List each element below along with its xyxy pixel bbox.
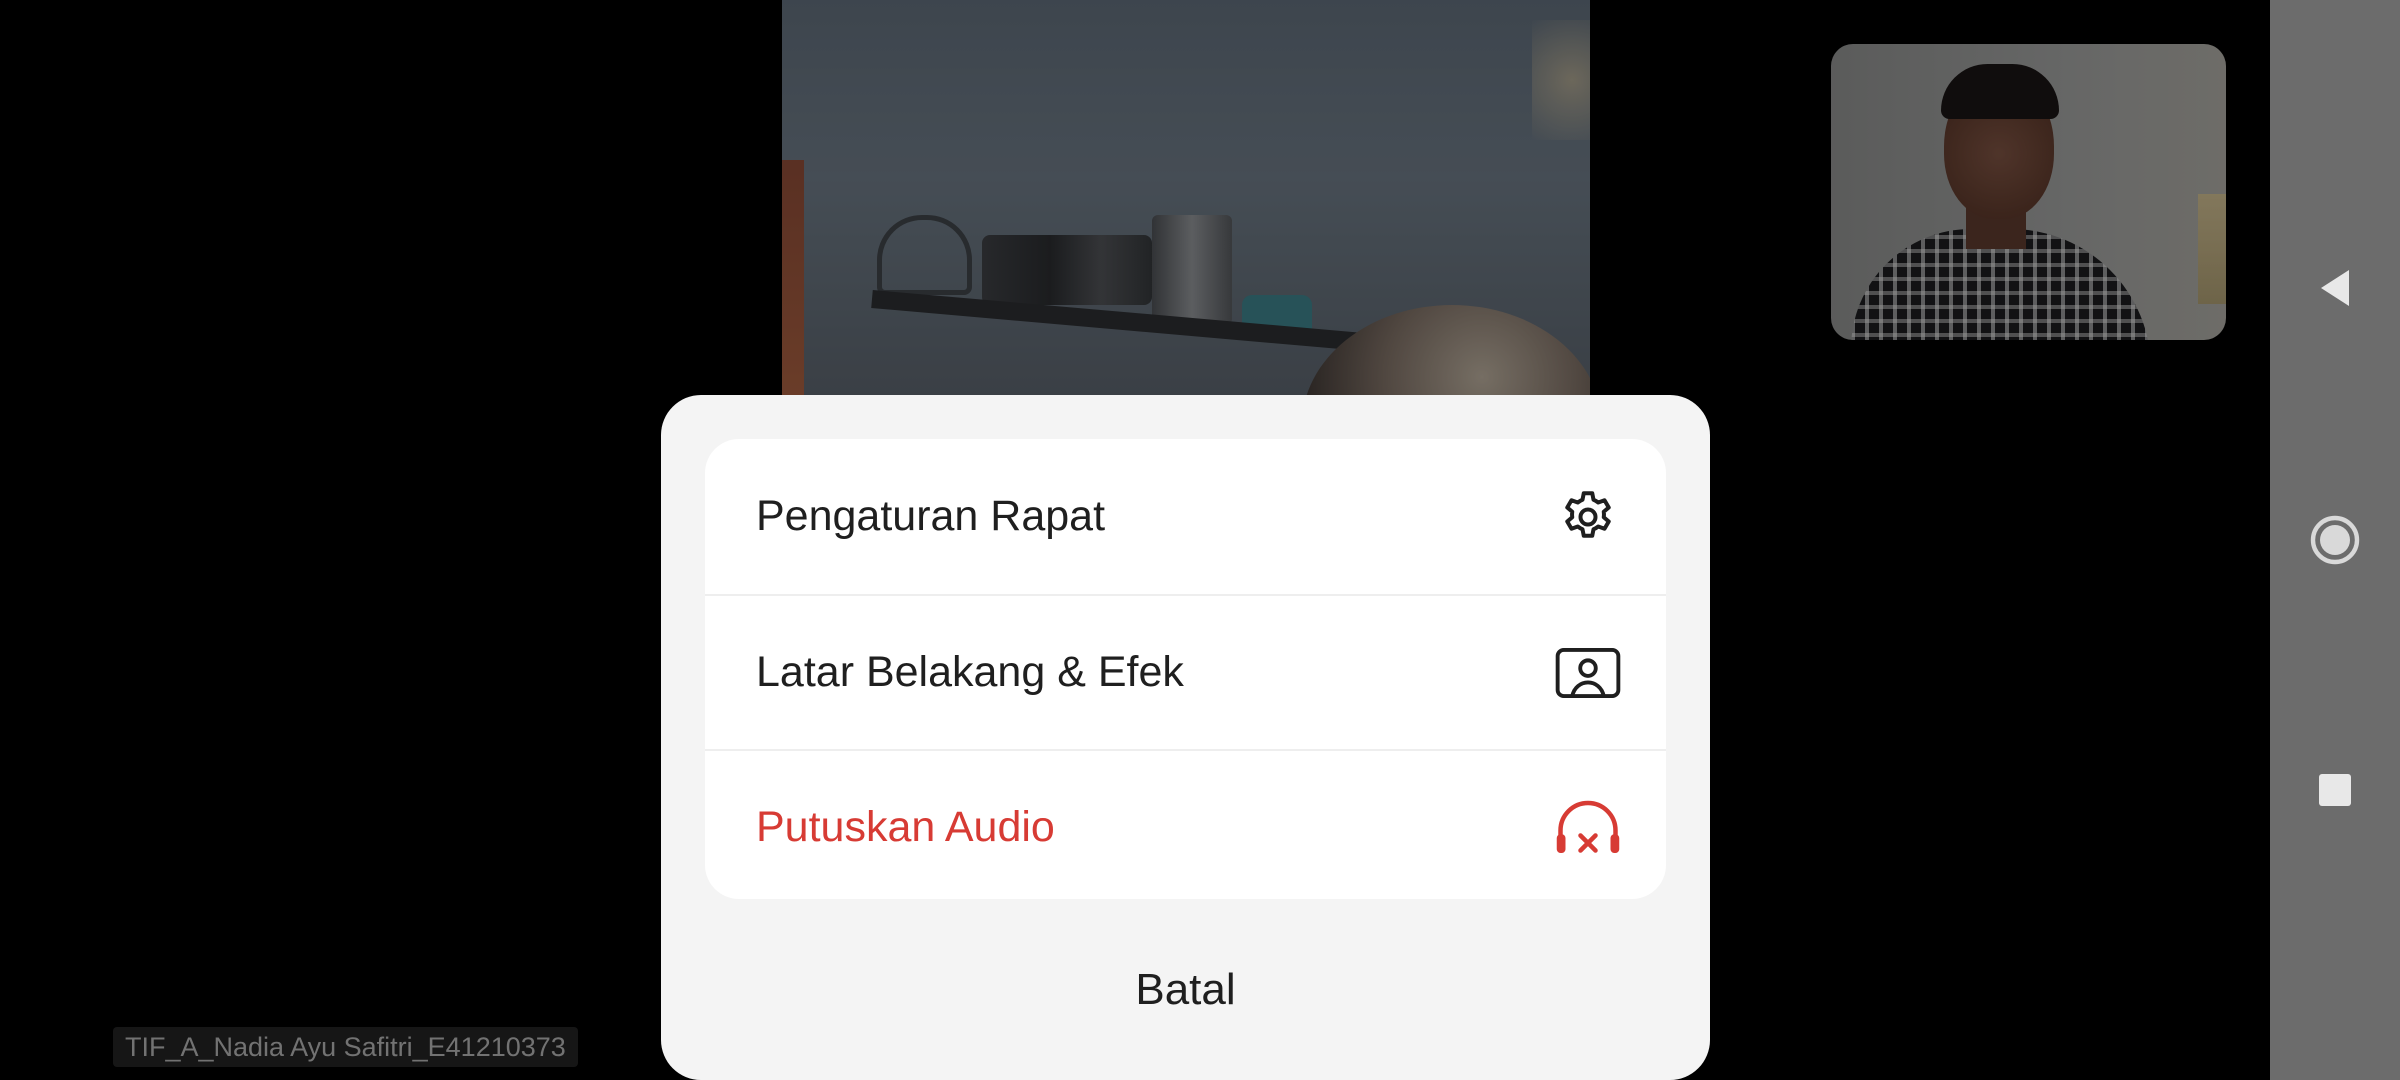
back-button[interactable]	[2270, 238, 2400, 338]
system-navigation-bar	[2270, 0, 2400, 1080]
menu-item-background-effects[interactable]: Latar Belakang & Efek	[705, 594, 1666, 749]
menu-item-label: Pengaturan Rapat	[756, 492, 1106, 540]
cancel-button[interactable]: Batal	[661, 900, 1710, 1080]
menu-item-disconnect-audio[interactable]: Putuskan Audio	[705, 749, 1666, 899]
action-sheet: Pengaturan Rapat Latar Belakang & Efek P…	[661, 395, 1710, 1080]
menu-item-label: Latar Belakang & Efek	[756, 648, 1184, 696]
menu-item-meeting-settings[interactable]: Pengaturan Rapat	[705, 439, 1666, 594]
home-button[interactable]	[2270, 490, 2400, 590]
action-sheet-options: Pengaturan Rapat Latar Belakang & Efek P…	[705, 439, 1666, 899]
menu-item-label: Putuskan Audio	[756, 803, 1055, 851]
back-icon	[2321, 270, 2349, 306]
headphones-disconnect-icon	[1552, 792, 1624, 864]
home-icon	[2310, 515, 2360, 565]
background-portrait-icon	[1552, 637, 1624, 709]
recent-apps-button[interactable]	[2270, 740, 2400, 840]
recent-apps-icon	[2319, 774, 2351, 806]
gear-icon	[1552, 481, 1624, 553]
